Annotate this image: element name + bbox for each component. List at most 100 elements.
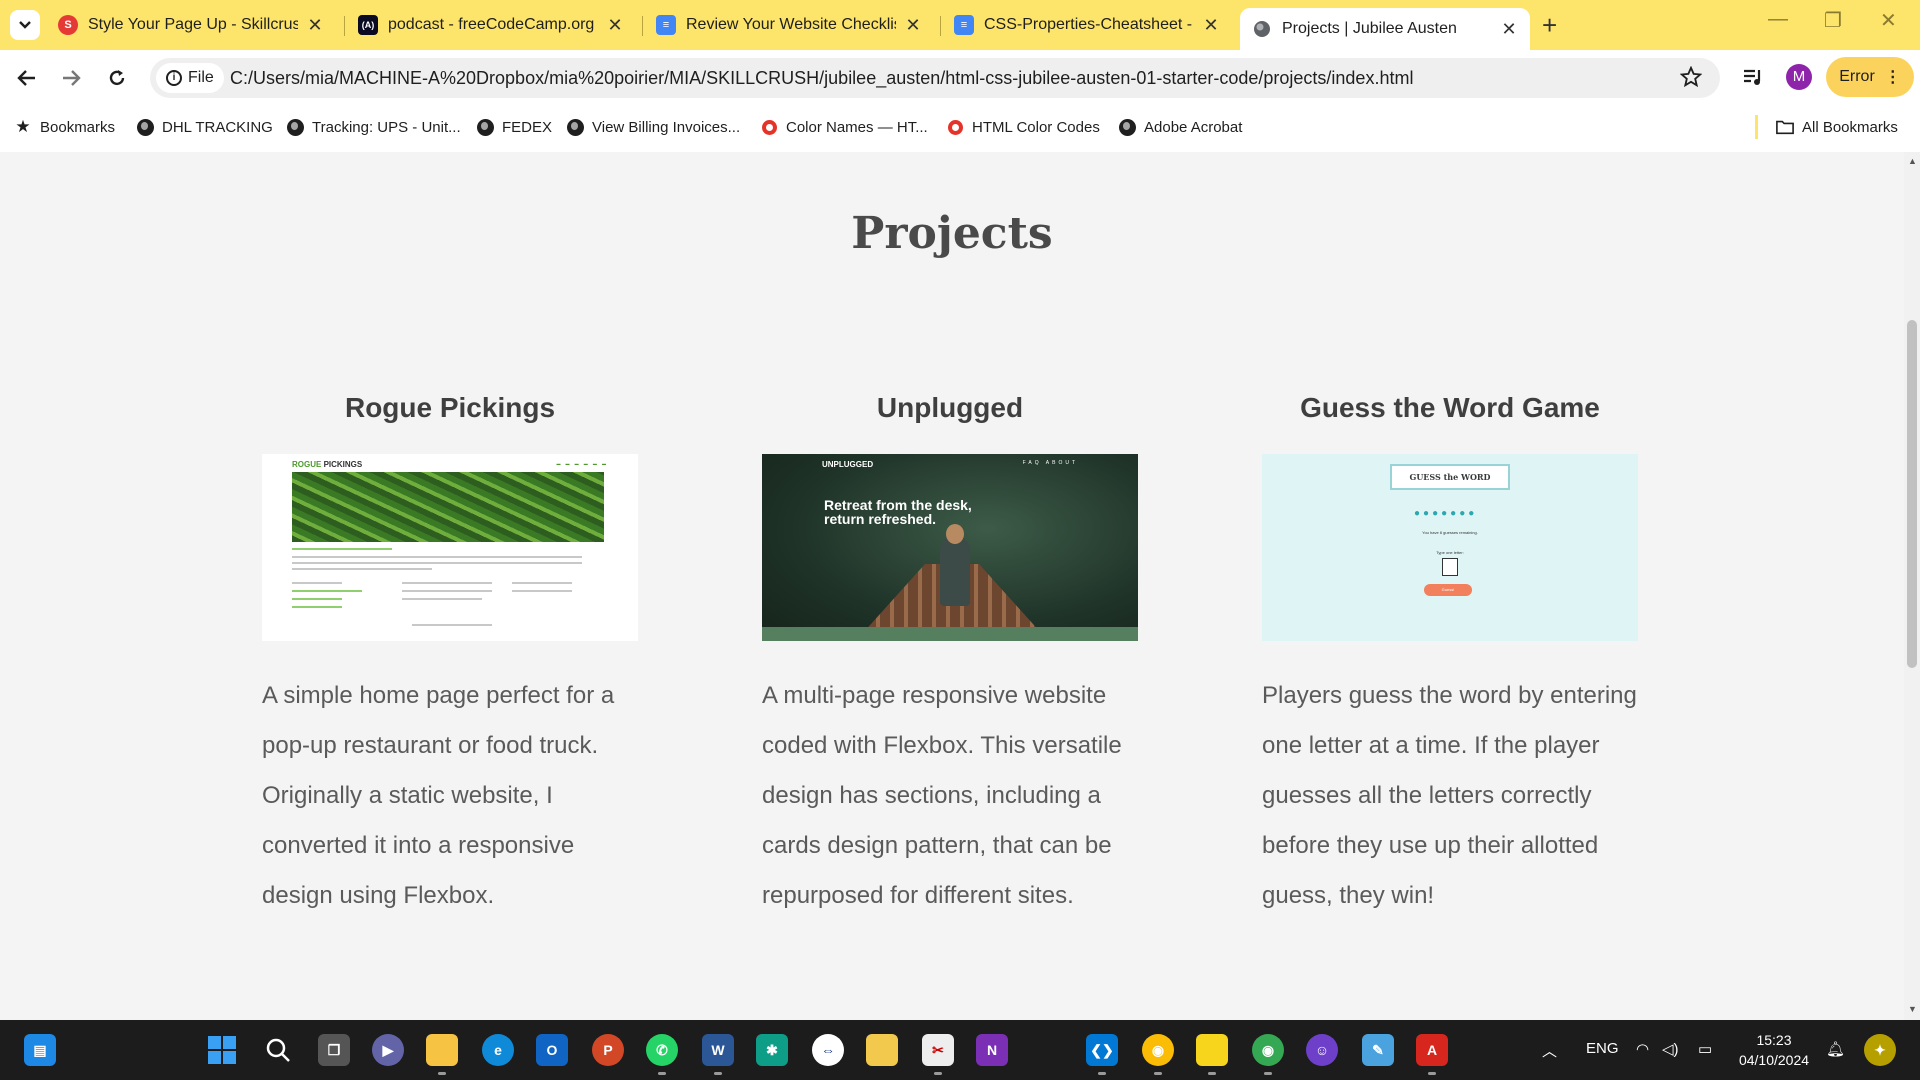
thumb-dots: ●●●●●●● (1414, 508, 1478, 519)
whatsapp-icon[interactable]: ✆ (646, 1034, 678, 1075)
bookmark-label: Color Names — HT... (786, 118, 928, 136)
google-docs-icon: ≡ (656, 15, 676, 35)
language-indicator[interactable]: ENG (1586, 1040, 1619, 1057)
bookmark-html-color-codes[interactable]: HTML Color Codes (946, 118, 1100, 136)
chevron-down-icon (19, 21, 31, 29)
site-info-chip[interactable]: i File (156, 63, 224, 93)
system-clock[interactable]: 15:23 04/10/2024 (1734, 1030, 1814, 1070)
bookmark-fedex[interactable]: FEDEX (476, 118, 552, 136)
word-icon[interactable]: W (702, 1034, 734, 1075)
teams-chat-icon[interactable]: ▶ (372, 1034, 404, 1066)
globe-icon (476, 118, 494, 136)
files-icon[interactable] (866, 1034, 898, 1066)
outlook-icon[interactable]: O (536, 1034, 568, 1066)
folder-icon (1776, 118, 1794, 136)
page-scrollbar[interactable]: ▲ ▼ (1904, 152, 1920, 1020)
green-beans-image (292, 472, 604, 542)
thumb-link-line (292, 606, 342, 608)
thumb-text-line (292, 582, 342, 584)
vscode-icon[interactable]: ❮❯ (1086, 1034, 1118, 1075)
thumb-link-line (292, 598, 342, 600)
battery-icon[interactable]: ▭ (1698, 1040, 1712, 1058)
thumb-text-line (402, 598, 482, 600)
volume-icon[interactable]: ◁) (1662, 1040, 1679, 1058)
chevron-up-icon[interactable]: ︿ (1542, 1040, 1557, 1061)
clock-time: 15:23 (1756, 1032, 1792, 1048)
project-screenshot-rogue-pickings[interactable]: ROGUE PICKINGS ▬ ▬ ▬ ▬ ▬ ▬ (262, 454, 638, 641)
freecodecamp-favicon-icon: (A) (358, 15, 378, 35)
thumb-banner: GUESS the WORD (1390, 464, 1510, 490)
bookmark-color-names[interactable]: Color Names — HT... (760, 118, 928, 136)
reload-button[interactable] (102, 63, 132, 93)
onenote-icon[interactable]: N (976, 1034, 1008, 1066)
teamviewer-icon[interactable]: ⇔ (812, 1034, 844, 1066)
tab-title: Review Your Website Checklist - (686, 16, 896, 33)
snipping-tool-icon[interactable]: ✂ (922, 1034, 954, 1075)
bookmark-billing[interactable]: View Billing Invoices... (566, 118, 740, 136)
close-tab-icon[interactable]: ✕ (904, 15, 922, 36)
tab-projects-active[interactable]: Projects | Jubilee Austen ✕ (1240, 8, 1530, 50)
github-icon[interactable]: ☺ (1306, 1034, 1338, 1066)
thumb-guess-button: Guess! (1424, 584, 1472, 596)
edge-icon[interactable]: e (482, 1034, 514, 1066)
wifi-icon[interactable]: ◠ (1636, 1040, 1649, 1058)
tab-website-checklist[interactable]: ≡ Review Your Website Checklist - ✕ (644, 8, 934, 42)
bookmark-star-icon[interactable] (1680, 66, 1702, 88)
scrollbar-thumb[interactable] (1907, 320, 1917, 668)
tab-css-cheatsheet[interactable]: ≡ CSS-Properties-Cheatsheet - Go ✕ (942, 8, 1232, 42)
address-bar[interactable]: i File C:/Users/mia/MACHINE-A%20Dropbox/… (150, 58, 1720, 98)
thumb-nav: ▬ ▬ ▬ ▬ ▬ ▬ (556, 461, 608, 466)
restore-icon[interactable]: ❐ (1824, 8, 1842, 33)
red-ring-icon (946, 118, 964, 136)
close-window-icon[interactable]: ✕ (1880, 8, 1897, 33)
paint-icon[interactable]: ✎ (1362, 1034, 1394, 1066)
media-controls-icon[interactable] (1742, 67, 1764, 87)
task-view-icon[interactable]: ❐ (318, 1034, 350, 1066)
notification-bell-icon[interactable]: 🔔︎ (1826, 1040, 1845, 1058)
project-title: Rogue Pickings (344, 392, 556, 423)
profile-avatar[interactable]: M (1786, 64, 1812, 90)
close-tab-icon[interactable]: ✕ (606, 15, 624, 36)
forward-button[interactable] (56, 63, 86, 93)
chrome-icon[interactable]: ◉ (1142, 1034, 1174, 1075)
google-docs-icon: ≡ (954, 15, 974, 35)
search-icon[interactable] (262, 1034, 294, 1066)
close-tab-icon[interactable]: ✕ (306, 15, 324, 36)
app-teal-icon[interactable]: ✱ (756, 1034, 788, 1066)
url-text[interactable]: C:/Users/mia/MACHINE-A%20Dropbox/mia%20p… (230, 68, 1413, 89)
widgets-icon[interactable]: ▤ (24, 1034, 56, 1066)
project-screenshot-guess-the-word[interactable]: GUESS the WORD ●●●●●●● You have 8 guesse… (1262, 454, 1638, 641)
bookmark-dhl[interactable]: DHL TRACKING (136, 118, 273, 136)
tab-skillcrush[interactable]: S Style Your Page Up - Skillcrush ✕ (46, 8, 336, 42)
acrobat-icon[interactable]: A (1416, 1034, 1448, 1075)
bookmark-bookmarks[interactable]: ★ Bookmarks (14, 117, 115, 136)
bookmark-ups[interactable]: Tracking: UPS - Unit... (286, 118, 461, 136)
file-explorer-icon[interactable] (426, 1034, 458, 1075)
thumb-nav: FAQ ABOUT (1022, 460, 1078, 466)
scroll-down-icon[interactable]: ▼ (1908, 1004, 1917, 1014)
scroll-up-icon[interactable]: ▲ (1908, 156, 1917, 166)
copilot-icon[interactable]: ✦ (1864, 1034, 1896, 1066)
tab-freecodecamp[interactable]: (A) podcast - freeCodeCamp.org ✕ (346, 8, 636, 42)
bookmark-adobe-acrobat[interactable]: Adobe Acrobat (1118, 118, 1242, 136)
error-button[interactable]: Error ⋮ (1826, 57, 1914, 97)
minimize-icon[interactable]: — (1768, 8, 1788, 31)
project-description: A simple home page perfect for a pop-up … (262, 682, 615, 909)
close-tab-icon[interactable]: ✕ (1500, 19, 1518, 40)
start-icon[interactable] (206, 1034, 238, 1066)
thumb-headline: Retreat from the desk, return refreshed. (824, 497, 972, 527)
tab-search-button[interactable] (10, 10, 40, 40)
globe-icon (566, 118, 584, 136)
project-screenshot-unplugged[interactable]: UNPLUGGED FAQ ABOUT Retreat from the des… (762, 454, 1138, 641)
all-bookmarks-button[interactable]: All Bookmarks (1776, 118, 1898, 136)
close-tab-icon[interactable]: ✕ (1202, 15, 1220, 36)
thumb-letter-input (1442, 558, 1458, 576)
new-tab-button[interactable]: + (1542, 10, 1557, 41)
powerpoint-icon[interactable]: P (592, 1034, 624, 1066)
chrome-profile-icon[interactable]: ◉ (1252, 1034, 1284, 1075)
arrow-right-icon (63, 70, 81, 86)
thumb-green-bar (762, 627, 1138, 641)
project-title: Unplugged (876, 392, 1024, 423)
sticky-notes-icon[interactable] (1196, 1034, 1228, 1075)
back-button[interactable] (12, 63, 42, 93)
